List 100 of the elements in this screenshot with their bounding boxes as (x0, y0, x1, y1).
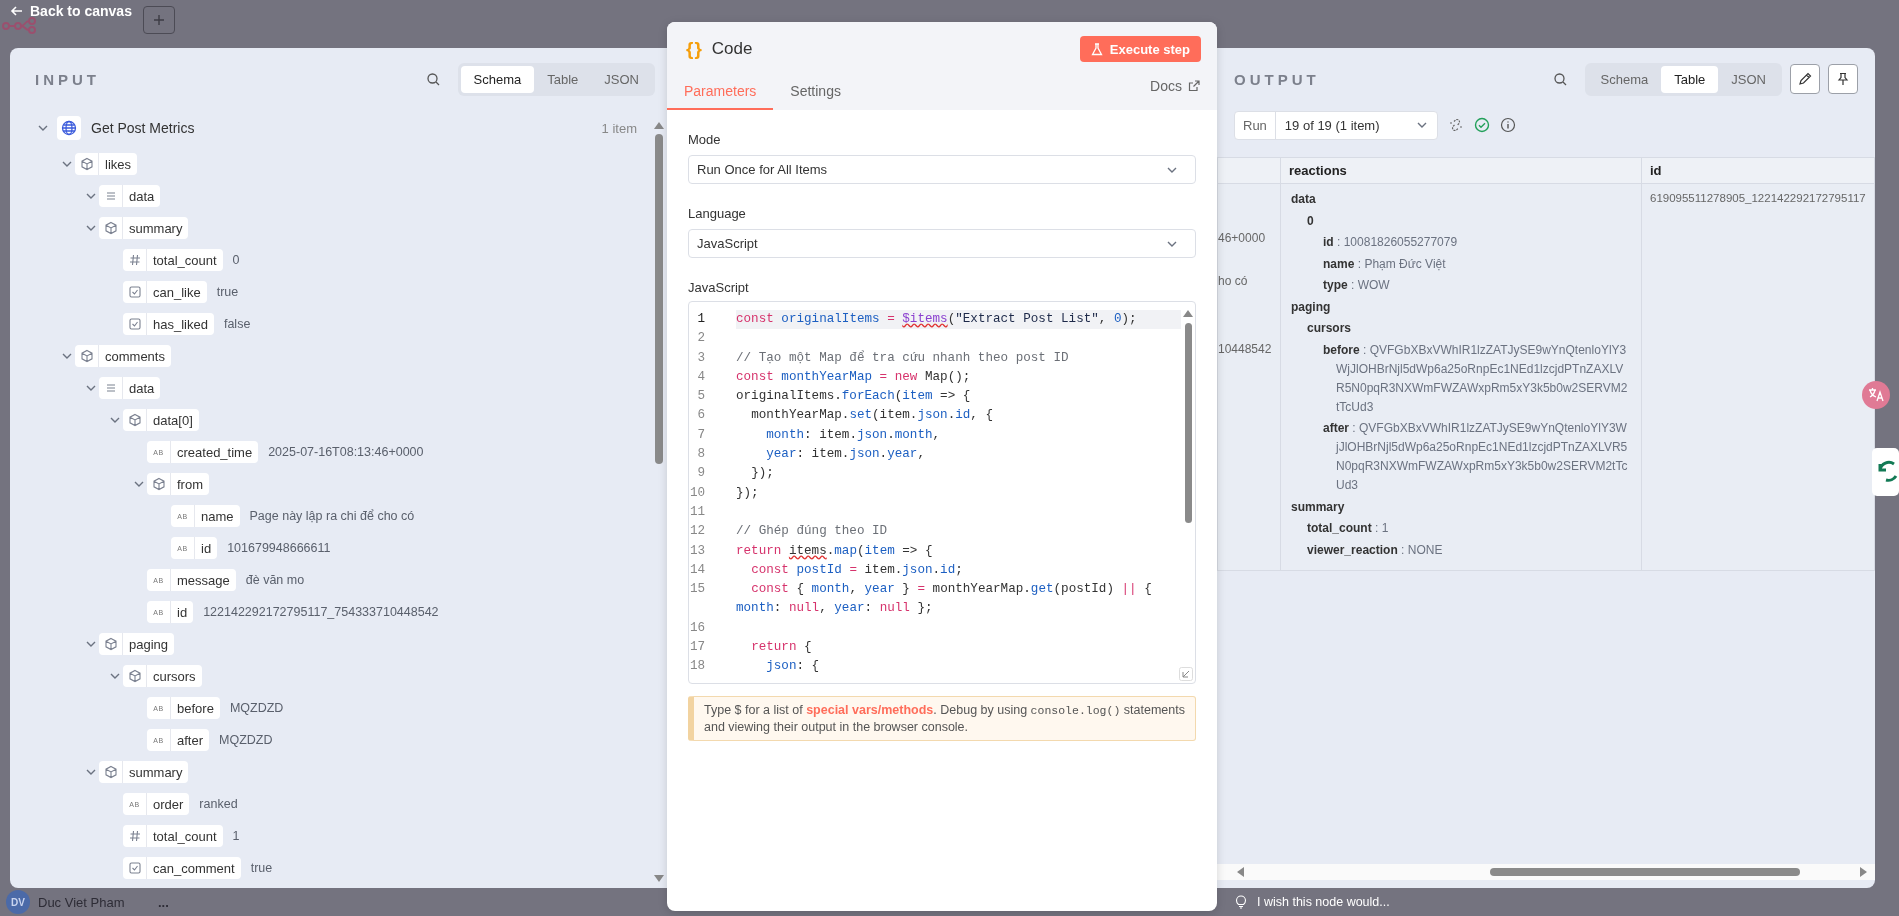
field-name: id (200, 540, 213, 556)
checkbox-icon (127, 285, 142, 299)
field-value: true (216, 285, 239, 299)
code-line: json: { (765, 658, 821, 676)
tab[interactable]: Parameters (667, 65, 774, 110)
cell-entry: data (1290, 191, 1317, 208)
bulb-icon (1235, 895, 1247, 909)
field-name: paging (128, 636, 170, 652)
field-value: MQZDZD (229, 701, 284, 715)
user-avatar: DV (6, 890, 30, 914)
success-icon (1474, 117, 1490, 133)
column-header: reactions (1280, 157, 1642, 184)
translate-icon[interactable] (1862, 381, 1890, 409)
code-line: year: item.json.year, (765, 446, 926, 464)
edit-button[interactable] (1790, 64, 1820, 94)
code-line: month: item.json.month, (765, 426, 942, 444)
line-number: 12 (689, 523, 705, 541)
column-header: id (1641, 157, 1875, 184)
cell-text: 10448542 (1218, 341, 1273, 357)
cell-entry: summary (1290, 498, 1346, 516)
info-icon[interactable] (1500, 117, 1516, 133)
mode-select[interactable]: Run Once for All Items (688, 155, 1196, 184)
field-value: MQZDZD (219, 733, 273, 747)
search-icon[interactable] (425, 71, 441, 87)
cube-icon (103, 637, 118, 651)
field-name: data[0] (152, 412, 194, 428)
line-number: 17 (689, 639, 705, 657)
external-link-icon (1188, 79, 1200, 92)
field-value: ranked (199, 797, 238, 811)
globe-icon (57, 116, 81, 140)
field-name: can_like (152, 284, 202, 300)
cube-icon (127, 413, 142, 427)
cell-text: 46+0000 (1218, 230, 1267, 246)
cube-icon (103, 765, 118, 779)
view-tab[interactable]: Schema (1587, 65, 1662, 93)
line-number: 7 (696, 426, 705, 444)
item-count: 1 item (601, 120, 638, 136)
logo-icon (2, 16, 38, 34)
resize-icon (1179, 667, 1193, 681)
field-name: data (128, 380, 156, 396)
cube-icon (79, 157, 94, 171)
code-line: }); (750, 465, 775, 483)
cell-entry: before : QVFGbXBxVWhIR1lzZATJySE9wYnQtenloYlY3WjJlOHBrNjl5dWp6a25oRnpEc1NEd1lzcjdPTnZAXLVR5N0pqR3NXWmFWZAWxpRm5xY3k5b0w2SERVM2tTcUd3 (1322, 341, 1629, 416)
cell-entry: paging (1290, 298, 1332, 316)
dialog-title: Code (711, 39, 753, 59)
field-value: 122142292172795117_754333710448542 (203, 605, 439, 619)
field-name: created_time (176, 444, 254, 460)
docs-link[interactable]: Docs (1150, 65, 1200, 110)
field-name: cursors (152, 668, 197, 684)
arrow-left-icon (10, 4, 24, 18)
field-value: 2025-07-16T08:13:46+0000 (268, 445, 424, 459)
line-number: 13 (689, 542, 705, 560)
field-name: has_liked (152, 316, 209, 332)
cell-entry: cursors (1306, 320, 1353, 337)
search-icon[interactable] (1552, 71, 1568, 87)
hash-icon (127, 829, 142, 843)
unlink-icon[interactable] (1448, 117, 1464, 133)
line-number: 4 (696, 368, 705, 386)
panel-title: INPUT (35, 70, 101, 88)
run-select[interactable]: Run 19 of 19 (1 item) (1234, 110, 1438, 140)
code-line: // Ghép đúng theo ID (736, 523, 889, 541)
tab[interactable]: Settings (773, 65, 858, 110)
scrollbar[interactable] (1217, 864, 1875, 880)
more-menu[interactable]: ... (158, 894, 169, 910)
field-name: order (152, 796, 185, 812)
field-name: can_comment (152, 860, 236, 876)
field-name: likes (104, 156, 132, 172)
line-number: 11 (689, 503, 705, 521)
back-link[interactable]: Back to canvas (10, 3, 143, 19)
view-tab[interactable]: Schema (460, 65, 535, 93)
pin-button[interactable] (1828, 64, 1858, 94)
feedback-link[interactable]: I wish this node would... (1217, 895, 1899, 909)
field-name: id (176, 604, 189, 620)
cell-entry: total_count : 1 (1306, 520, 1390, 537)
line-number: 10 (689, 484, 705, 502)
view-tab[interactable]: Table (1661, 65, 1719, 93)
language-select[interactable]: JavaScript (688, 229, 1196, 258)
field-name: before (176, 700, 215, 716)
cube-icon (151, 477, 166, 491)
field-value: Page này lập ra chi để cho có (249, 509, 415, 523)
field-name: summary (128, 764, 184, 780)
braces-icon: {} (686, 38, 703, 60)
user-name: Duc Viet Pham (38, 894, 126, 910)
line-number: 1 (696, 311, 705, 328)
view-tab[interactable]: Table (534, 65, 592, 93)
code-line: const { month, year } = monthYearMap.get(postId) || { month: null, year: null }; (736, 581, 1153, 618)
field-value: 1 (232, 829, 240, 843)
hint-text: Type $ for a list of special vars/methods. Debug by using console.log() statements and viewing their output in the browser console. (704, 702, 1185, 735)
execute-step-button[interactable]: Execute step (1079, 36, 1201, 62)
refresh-icon[interactable] (1872, 448, 1899, 496)
cube-icon (79, 349, 94, 363)
code-line: monthYearMap.set(item.json.id, { (750, 407, 995, 425)
view-tab[interactable]: JSON (591, 65, 652, 93)
cell-entry: 0 (1306, 212, 1315, 230)
view-tab[interactable]: JSON (1718, 65, 1779, 93)
cell-entry: type : WOW (1322, 277, 1391, 294)
checkbox-icon (127, 861, 142, 875)
code-line: const monthYearMap = new Map(); (736, 368, 972, 386)
code-line: const postId = item.json.id; (750, 561, 964, 579)
cell-text: ho có (1218, 273, 1249, 289)
